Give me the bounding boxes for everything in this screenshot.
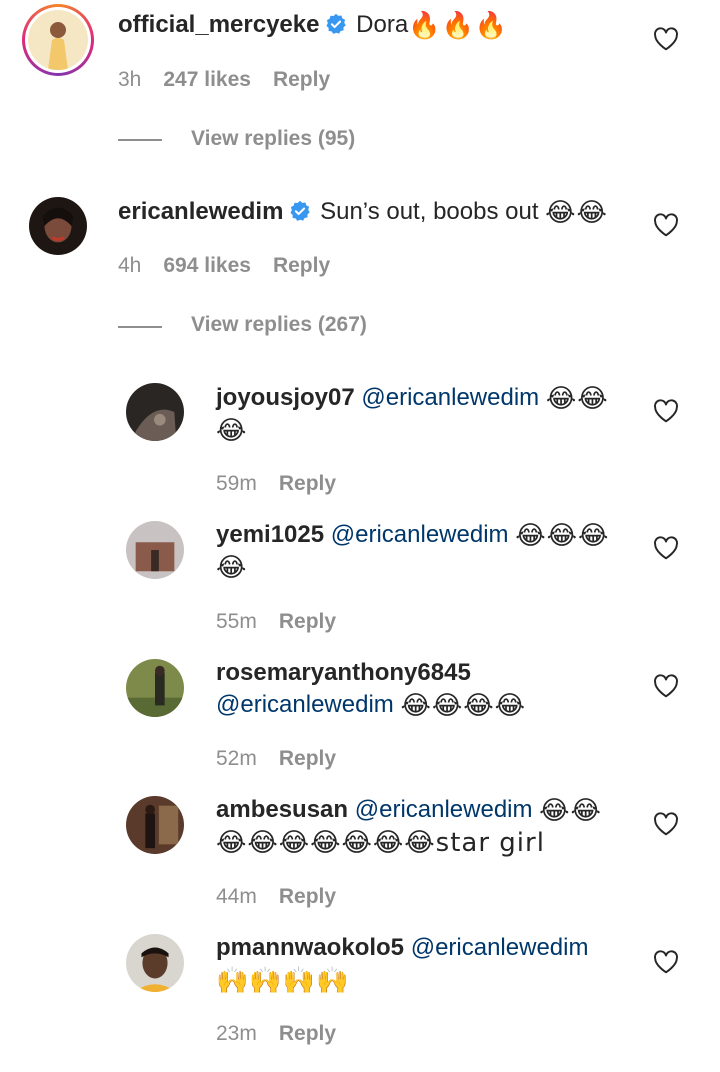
avatar[interactable]: [126, 383, 184, 441]
mention-link[interactable]: @ericanlewedim: [331, 521, 509, 548]
avatar[interactable]: [29, 197, 87, 255]
reply-button[interactable]: Reply: [279, 1022, 336, 1045]
heart-outline-icon[interactable]: [653, 812, 679, 836]
reply-button[interactable]: Reply: [273, 254, 330, 277]
reply-text: joyousjoy07 @ericanlewedim 😂😂 😂: [216, 382, 636, 446]
timestamp: 59m: [216, 472, 257, 495]
reply-body: 😂😂😂😂😂😂😂star girl: [216, 828, 545, 858]
reply-text: pmannwaokolo5 @ericanlewedim 🙌🙌🙌🙌: [216, 932, 636, 996]
emoji: 😂😂: [545, 384, 609, 414]
mention-link[interactable]: @ericanlewedim: [216, 691, 394, 718]
emoji: 😂😂😂😂: [400, 691, 526, 721]
divider-line: [118, 139, 162, 141]
reply-button[interactable]: Reply: [279, 747, 336, 770]
comment-body: Dora: [356, 11, 409, 38]
emoji: 😂: [216, 416, 248, 446]
comment-meta: 3h 247 likes Reply: [118, 66, 330, 94]
reply-button[interactable]: Reply: [279, 610, 336, 633]
reply-meta: 55m Reply: [216, 608, 336, 636]
likes-count[interactable]: 694 likes: [163, 254, 251, 277]
mention-link[interactable]: @ericanlewedim: [355, 796, 533, 823]
emoji: 🔥🔥🔥: [408, 11, 509, 41]
mention-link[interactable]: @ericanlewedim: [411, 934, 589, 961]
timestamp: 3h: [118, 68, 142, 91]
reply-button[interactable]: Reply: [279, 472, 336, 495]
emoji: 🙌🙌🙌🙌: [216, 966, 350, 996]
reply-meta: 23m Reply: [216, 1020, 336, 1048]
avatar[interactable]: [126, 521, 184, 579]
reply-text: rosemaryanthony6845 @ericanlewedim 😂😂😂😂: [216, 657, 636, 721]
reply-button[interactable]: Reply: [279, 885, 336, 908]
comment-text: ericanlewedim Sun’s out, boobs out 😂😂: [118, 196, 658, 228]
emoji: 😂😂: [539, 796, 602, 826]
avatar[interactable]: [126, 659, 184, 717]
verified-badge-icon: [326, 13, 347, 34]
reply-meta: 44m Reply: [216, 883, 336, 911]
heart-outline-icon[interactable]: [653, 950, 679, 974]
avatar[interactable]: [126, 796, 184, 854]
avatar-image: [28, 10, 88, 70]
comment-meta: 4h 694 likes Reply: [118, 252, 330, 280]
reply-meta: 59m Reply: [216, 470, 336, 498]
emoji: 😂😂😂: [515, 521, 610, 551]
mention-link[interactable]: @ericanlewedim: [361, 384, 539, 411]
comment-body: Sun’s out, boobs out: [320, 198, 539, 225]
timestamp: 44m: [216, 885, 257, 908]
heart-outline-icon[interactable]: [653, 27, 679, 51]
heart-outline-icon[interactable]: [653, 536, 679, 560]
view-replies-button[interactable]: View replies (95): [191, 125, 355, 153]
avatar[interactable]: [22, 4, 94, 76]
heart-outline-icon[interactable]: [653, 213, 679, 237]
emoji: 😂: [216, 553, 248, 583]
likes-count[interactable]: 247 likes: [163, 68, 251, 91]
timestamp: 4h: [118, 254, 142, 277]
reply-text: yemi1025 @ericanlewedim 😂😂😂 😂: [216, 519, 636, 583]
reply-meta: 52m Reply: [216, 745, 336, 773]
emoji: 😂😂: [545, 198, 608, 228]
timestamp: 23m: [216, 1022, 257, 1045]
username[interactable]: joyousjoy07: [216, 384, 355, 411]
view-replies-button[interactable]: View replies (267): [191, 311, 367, 339]
reply-text: ambesusan @ericanlewedim 😂😂 😂😂😂😂😂😂😂star …: [216, 794, 636, 858]
username[interactable]: rosemaryanthony6845: [216, 659, 471, 686]
comment-text: official_mercyeke Dora🔥🔥🔥: [118, 9, 658, 41]
avatar[interactable]: [126, 934, 184, 992]
verified-badge-icon: [290, 200, 311, 221]
divider-line: [118, 326, 162, 328]
username[interactable]: yemi1025: [216, 521, 324, 548]
reply-button[interactable]: Reply: [273, 68, 330, 91]
username[interactable]: ericanlewedim: [118, 198, 283, 225]
username[interactable]: ambesusan: [216, 796, 348, 823]
timestamp: 55m: [216, 610, 257, 633]
username[interactable]: official_mercyeke: [118, 11, 319, 38]
heart-outline-icon[interactable]: [653, 674, 679, 698]
heart-outline-icon[interactable]: [653, 399, 679, 423]
username[interactable]: pmannwaokolo5: [216, 934, 404, 961]
timestamp: 52m: [216, 747, 257, 770]
